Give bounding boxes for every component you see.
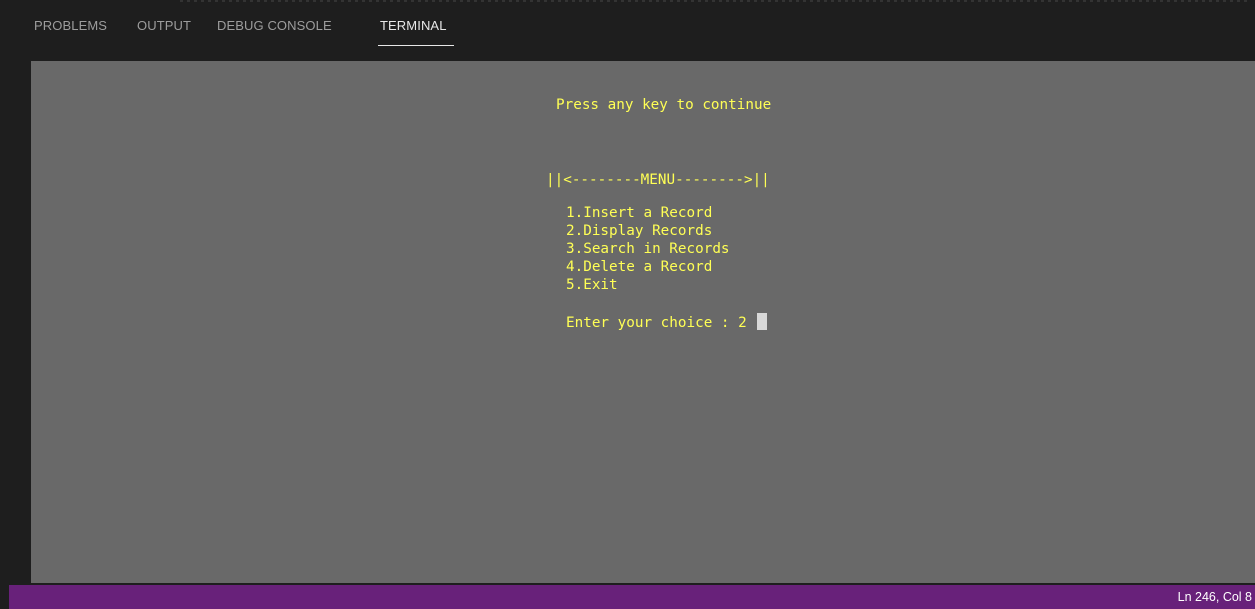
tab-output[interactable]: OUTPUT	[137, 18, 191, 33]
terminal-choice-prompt: Enter your choice : 2	[566, 315, 756, 331]
terminal-menu-item: 5.Exit	[566, 277, 618, 293]
terminal-menu-item: 4.Delete a Record	[566, 259, 713, 275]
terminal-menu-item: 1.Insert a Record	[566, 205, 713, 221]
terminal-view[interactable]: Press any key to continue ||<--------MEN…	[31, 61, 1255, 583]
terminal-line-continue: Press any key to continue	[556, 97, 772, 113]
tab-terminal[interactable]: TERMINAL	[380, 18, 447, 33]
tab-problems[interactable]: PROBLEMS	[34, 18, 107, 33]
cursor-position-indicator[interactable]: Ln 246, Col 8	[1178, 590, 1252, 604]
panel-tab-bar: PROBLEMS OUTPUT DEBUG CONSOLE TERMINAL	[0, 4, 1255, 50]
terminal-menu-header: ||<--------MENU-------->||	[546, 172, 770, 188]
tab-debug-console[interactable]: DEBUG CONSOLE	[217, 18, 332, 33]
status-bar: Ln 246, Col 8	[9, 585, 1255, 609]
terminal-menu-item: 3.Search in Records	[566, 241, 730, 257]
clipped-editor-text	[180, 0, 1250, 2]
terminal-menu-item: 2.Display Records	[566, 223, 713, 239]
active-tab-indicator	[378, 45, 454, 46]
terminal-choice-line[interactable]: Enter your choice : 2	[566, 313, 768, 332]
terminal-cursor	[757, 313, 768, 330]
